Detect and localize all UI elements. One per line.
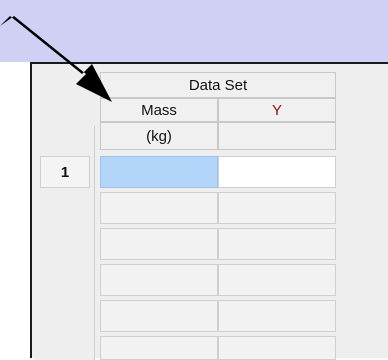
cell-mass-row-5[interactable]: [100, 300, 218, 332]
cell-mass-row-6[interactable]: [100, 336, 218, 360]
cell-y-row-1[interactable]: [218, 156, 336, 188]
cell-y-row-3[interactable]: [218, 228, 336, 260]
column-unit-y[interactable]: [218, 122, 336, 150]
cell-y-row-4[interactable]: [218, 264, 336, 296]
cell-mass-row-4[interactable]: [100, 264, 218, 296]
cell-mass-row-1[interactable]: [100, 156, 218, 188]
cell-y-row-2[interactable]: [218, 192, 336, 224]
row-number-1[interactable]: 1: [40, 156, 90, 188]
cell-y-row-5[interactable]: [218, 300, 336, 332]
cell-y-row-6[interactable]: [218, 336, 336, 360]
column-header-y[interactable]: Y: [218, 98, 336, 122]
column-unit-mass[interactable]: (kg): [100, 122, 218, 150]
cell-mass-row-3[interactable]: [100, 228, 218, 260]
arrow-icon: [0, 16, 112, 102]
cell-mass-row-2[interactable]: [100, 192, 218, 224]
